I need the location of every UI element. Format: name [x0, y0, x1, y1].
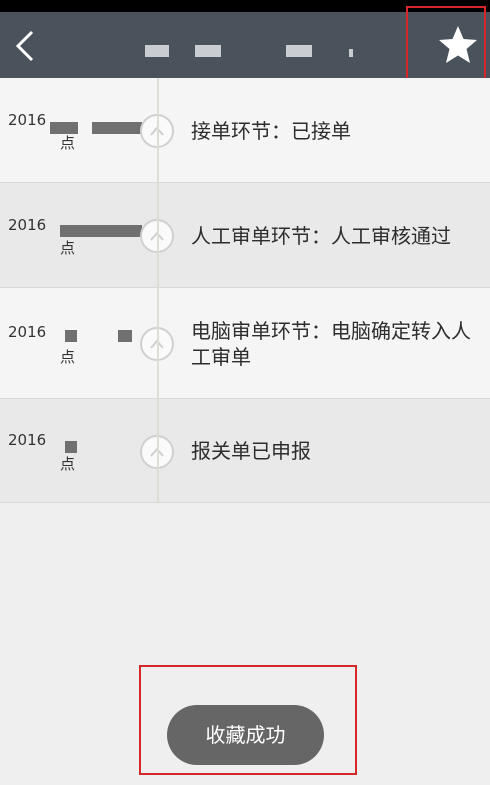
toast-message: 收藏成功 — [167, 705, 324, 765]
timeline-status: 电脑审单环节：电脑确定转入人工审单 — [191, 319, 471, 369]
title-redacted-4 — [349, 49, 353, 57]
timeline-time-unit: 点 — [60, 348, 76, 366]
title-redacted-1 — [145, 45, 169, 57]
timeline-time-unit: 点 — [60, 134, 76, 152]
timeline-item: 2016 点 电脑审单环节：电脑确定转入人工审单 — [0, 288, 490, 399]
timeline-date: 2016 — [8, 111, 47, 129]
timeline-item: 2016 点 人工审单环节：人工审核通过 — [0, 183, 490, 288]
timeline-time-unit: 点 — [60, 239, 76, 257]
timeline-status: 接单环节：已接单 — [191, 119, 351, 143]
timeline-status: 报关单已申报 — [191, 439, 311, 463]
timeline-date: 2016 — [8, 216, 47, 234]
date-redacted — [65, 330, 77, 342]
title-redacted-2 — [195, 45, 221, 57]
timeline-date: 2016 — [8, 323, 47, 341]
timeline-date: 2016 — [8, 431, 47, 449]
date-redacted — [92, 122, 142, 134]
back-button[interactable] — [10, 26, 44, 66]
title-redacted-3 — [286, 45, 312, 57]
timeline-time-unit: 点 — [60, 455, 76, 473]
date-redacted — [60, 225, 142, 237]
chevron-left-icon — [15, 30, 34, 62]
date-redacted — [65, 441, 77, 453]
timeline-status: 人工审单环节：人工审核通过 — [191, 224, 451, 248]
date-redacted — [118, 330, 132, 342]
timeline-connector — [157, 78, 159, 502]
timeline-item: 2016 点 报关单已申报 — [0, 399, 490, 503]
timeline-item: 2016 点 接单环节：已接单 — [0, 78, 490, 183]
